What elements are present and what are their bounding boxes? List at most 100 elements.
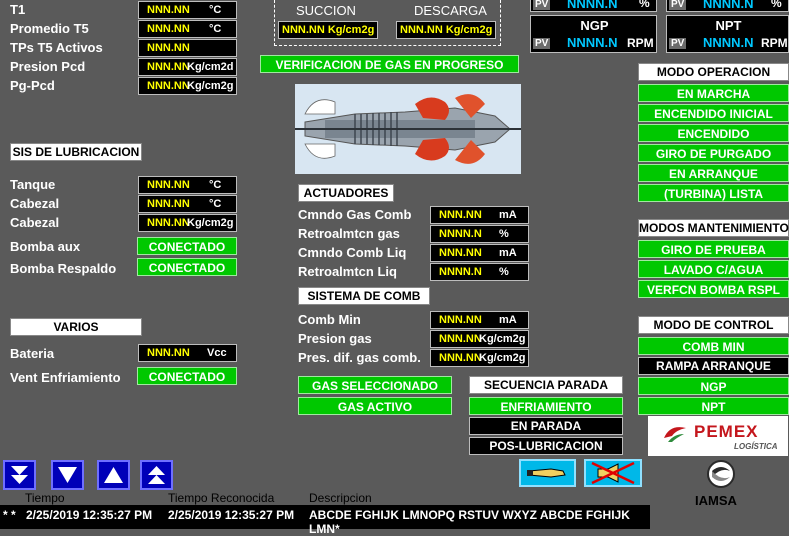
speed-display-top-left: PV NNNN.N % <box>530 0 657 12</box>
modos-mantenimiento-title: MODOS MANTENIMIENTO <box>638 219 789 237</box>
modo-giro-purgado[interactable]: GIRO DE PURGADO <box>638 144 789 162</box>
mant-verfcn-bomba[interactable]: VERFCN BOMBA RSPL <box>638 280 789 298</box>
tps-t5-value: NNN.NN <box>138 39 237 57</box>
modo-en-marcha[interactable]: EN MARCHA <box>638 84 789 102</box>
silence-alarm-button[interactable] <box>584 459 642 487</box>
promedio-t5-value: NNN.NN °C <box>138 20 237 38</box>
npt-display: NPT PV NNNN.N RPM <box>666 15 789 53</box>
cabezal-temp-value: NNN.NN °C <box>138 195 237 213</box>
iamsa-emblem-icon <box>707 460 735 488</box>
modo-operacion-title: MODO OPERACION <box>638 63 789 81</box>
retroalmtcn-gas-label: Retroalmtcn gas <box>298 226 400 241</box>
double-arrow-down-icon <box>11 466 28 484</box>
mant-lavado-agua[interactable]: LAVADO C/AGUA <box>638 260 789 278</box>
cabezal-temp-label: Cabezal <box>10 196 60 211</box>
promedio-t5-label: Promedio T5 <box>10 21 89 36</box>
modo-turbina-lista[interactable]: (TURBINA) LISTA <box>638 184 789 202</box>
alarm-header-time: Tiempo <box>25 491 65 505</box>
scroll-up-button[interactable] <box>97 460 130 490</box>
alarm-header-row: Tiempo Tiempo Reconocida Descripcion <box>0 489 690 505</box>
cmndo-gas-comb-label: Cmndo Gas Comb <box>298 207 412 222</box>
pemex-logo: PEMEX LOGÍSTICA <box>648 416 788 456</box>
secuencia-enfriamiento[interactable]: ENFRIAMIENTO <box>469 397 623 415</box>
secuencia-en-parada[interactable]: EN PARADA <box>469 417 623 435</box>
bateria-label: Bateria <box>10 346 55 361</box>
arrow-up-icon <box>104 467 123 483</box>
pres-dif-gas-label: Pres. dif. gas comb. <box>298 350 421 365</box>
t1-label: T1 <box>10 2 26 17</box>
presion-gas-value: NNN.NN Kg/cm2g <box>430 330 529 348</box>
tps-t5-label: TPs T5 Activos <box>10 40 103 55</box>
turbine-diagram <box>295 84 521 174</box>
arrow-down-icon <box>58 467 77 483</box>
tanque-value: NNN.NN °C <box>138 176 237 194</box>
alarm-description: ABCDE FGHIJK LMNOPQ RSTUV WXYZ ABCDE FGH… <box>309 508 630 536</box>
scroll-top-button[interactable] <box>140 460 173 490</box>
pv-tag: PV <box>669 0 687 10</box>
ngp-display: NGP PV NNNN.N RPM <box>530 15 657 53</box>
pg-pcd-label: Pg-Pcd <box>10 78 55 93</box>
cmndo-gas-comb-value: NNN.NN mA <box>430 206 529 224</box>
acknowledge-alarm-button[interactable] <box>519 459 576 487</box>
bomba-aux-status[interactable]: CONECTADO <box>137 237 237 255</box>
npt-unit: RPM <box>761 36 788 50</box>
speed-value: NNNN.N <box>703 0 754 11</box>
pres-dif-gas-value: NNN.NN Kg/cm2g <box>430 349 529 367</box>
bateria-value: NNN.NN Vcc <box>138 344 237 362</box>
speed-value: NNNN.N <box>567 0 618 11</box>
bomba-respaldo-label: Bomba Respaldo <box>10 261 117 276</box>
vent-enfriamiento-label: Vent Enfriamiento <box>10 370 121 385</box>
pv-tag: PV <box>533 38 551 49</box>
mant-giro-prueba[interactable]: GIRO DE PRUEBA <box>638 240 789 258</box>
modo-en-arranque[interactable]: EN ARRANQUE <box>638 164 789 182</box>
bomba-aux-label: Bomba aux <box>10 239 81 254</box>
ngp-unit: RPM <box>627 36 654 50</box>
ngp-value: NNNN.N <box>567 35 618 50</box>
double-arrow-up-icon <box>148 466 165 484</box>
comb-min-label: Comb Min <box>298 312 361 327</box>
vent-enfriamiento-status[interactable]: CONECTADO <box>137 367 237 385</box>
pemex-subtitle: LOGÍSTICA <box>734 442 778 451</box>
scroll-down-button[interactable] <box>51 460 84 490</box>
control-npt[interactable]: NPT <box>638 397 789 415</box>
cabezal-pres-value: NNN.NN Kg/cm2g <box>138 214 237 232</box>
descarga-value: NNN.NN Kg/cm2g <box>396 21 496 39</box>
gas-seleccionado-indicator[interactable]: GAS SELECCIONADO <box>298 376 452 394</box>
tanque-label: Tanque <box>10 177 56 192</box>
secuencia-pos-lubricacion[interactable]: POS-LUBRICACION <box>469 437 623 455</box>
control-comb-min[interactable]: COMB MIN <box>638 337 789 355</box>
pemex-wordmark: PEMEX <box>694 422 759 441</box>
comb-min-value: NNN.NN mA <box>430 311 529 329</box>
npt-value: NNNN.N <box>703 35 754 50</box>
retroalmtcn-gas-value: NNNN.N% <box>430 225 529 243</box>
control-rampa-arranque[interactable]: RAMPA ARRANQUE <box>638 357 789 375</box>
retroalmtcn-liq-label: Retroalmtcn Liq <box>298 264 397 279</box>
pg-pcd-value: NNN.NN Kg/cm2g <box>138 77 237 95</box>
scroll-bottom-button[interactable] <box>3 460 36 490</box>
bomba-respaldo-status[interactable]: CONECTADO <box>137 258 237 276</box>
secuencia-parada-title: SECUENCIA PARADA <box>469 376 623 394</box>
gas-activo-indicator[interactable]: GAS ACTIVO <box>298 397 452 415</box>
modo-encendido-inicial[interactable]: ENCENDIDO INICIAL <box>638 104 789 122</box>
iamsa-wordmark: IAMSA <box>695 493 737 508</box>
varios-title: VARIOS <box>10 318 142 336</box>
alarm-header-desc: Descripcion <box>309 491 372 505</box>
presion-gas-label: Presion gas <box>298 331 372 346</box>
descarga-label: DESCARGA <box>414 3 487 18</box>
npt-label: NPT <box>715 18 742 33</box>
sistema-comb-title: SISTEMA DE COMB <box>298 287 430 305</box>
alarm-header-ack: Tiempo Reconocida <box>168 491 275 505</box>
alarm-time: 2/25/2019 12:35:27 PM <box>26 508 153 522</box>
control-ngp[interactable]: NGP <box>638 377 789 395</box>
succion-label: SUCCION <box>296 3 356 18</box>
hand-acknowledge-icon <box>527 468 566 478</box>
alarm-table-row[interactable]: * * 2/25/2019 12:35:27 PM 2/25/2019 12:3… <box>0 505 650 536</box>
alarm-ack-time: 2/25/2019 12:35:27 PM <box>168 508 295 522</box>
silence-horn-icon <box>591 461 635 485</box>
t1-value: NNN.NN °C <box>138 1 237 19</box>
succion-value: NNN.NN Kg/cm2g <box>278 21 378 39</box>
lubrication-title: SIS DE LUBRICACION <box>10 143 142 161</box>
presion-pcd-label: Presion Pcd <box>10 59 86 74</box>
modo-encendido[interactable]: ENCENDIDO <box>638 124 789 142</box>
speed-unit: % <box>771 0 782 10</box>
